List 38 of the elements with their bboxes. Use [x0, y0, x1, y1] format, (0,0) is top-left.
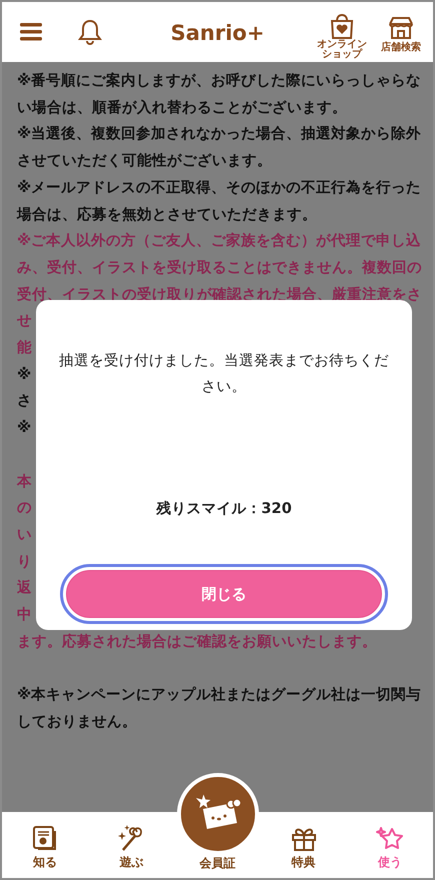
notice-text: ※メールアドレスの不正取得、そのほかの不正行為を行った [17, 178, 422, 198]
stars-icon[interactable] [374, 826, 405, 852]
notice-text: さ [17, 391, 32, 412]
notice-text: み、受付、イラストを受け取ることはできません。複数回の [17, 258, 422, 278]
notice-text: 場合は、応募を無効とさせていただきます。 [17, 204, 317, 225]
notice-text: ※ [17, 418, 32, 438]
dialog-message: 抽選を受け付けました。当選発表までお待ちください。 [58, 351, 390, 397]
tab-label[interactable]: 知る [33, 856, 58, 868]
store-icon[interactable] [388, 16, 414, 40]
notice-text: 返 [17, 578, 32, 598]
notice-text: しておりません。 [17, 712, 137, 732]
app-logo: Sanrio+ [170, 20, 264, 47]
smile-balance: 残りスマイル：320 [156, 499, 292, 519]
notice-text: させていただく可能性がございます。 [17, 151, 272, 172]
gift-icon[interactable] [290, 826, 317, 852]
notice-text: 能 [17, 338, 32, 358]
notice-text: ※ [17, 364, 32, 385]
tab-label[interactable]: 遊ぶ [119, 856, 144, 868]
notice-text: の [17, 498, 32, 518]
tab-label[interactable]: 会員証 [200, 857, 236, 869]
notice-text: ※本キャンペーンにアップル社またはグーグル社は一切関与 [17, 685, 422, 706]
bell-icon[interactable] [78, 18, 102, 46]
notice-text: い [17, 524, 32, 545]
notice-text: ます。応募された場合はご確認をお願いいたします。 [17, 632, 377, 652]
notice-text: ※当選後、複数回参加されなかった場合、抽選対象から除外 [17, 124, 422, 144]
notice-text: 中 [17, 605, 32, 626]
online-shop-label[interactable]: オンラインショップ [317, 40, 367, 60]
heart-bag-icon[interactable] [329, 12, 355, 40]
tab-label[interactable]: 特典 [292, 856, 316, 868]
notice-text: り [17, 552, 32, 572]
notice-text: ※番号順にご案内しますが、お呼びした際にいらっしゃらな [17, 71, 422, 91]
menu-icon[interactable] [20, 23, 42, 41]
store-search-label[interactable]: 店舗検索 [381, 42, 421, 52]
notice-text: ※ご本人以外の方（ご友人、ご家族を含む）が代理で申し込 [17, 231, 422, 252]
notice-text: 本 [17, 472, 32, 492]
notice-text: せ [17, 311, 32, 332]
notice-text: い場合は、順番が入れ替わることがございます。 [17, 98, 347, 118]
document-icon[interactable] [33, 826, 58, 852]
